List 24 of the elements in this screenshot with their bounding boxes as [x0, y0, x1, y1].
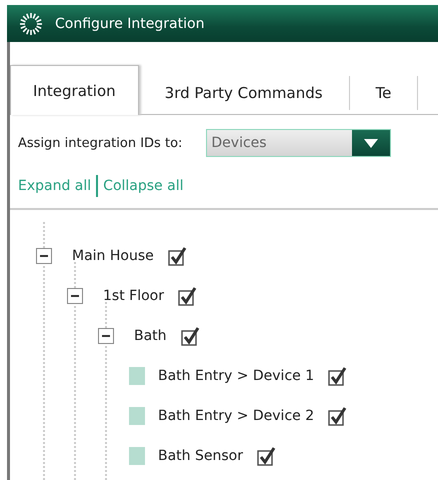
tab[interactable]: 3rd Party Commands	[138, 76, 350, 110]
devices-dropdown[interactable]: Devices	[206, 129, 392, 157]
window-title: Configure Integration	[55, 16, 204, 32]
collapse-toggle-icon[interactable]	[36, 248, 52, 264]
tree-item-label[interactable]: Bath	[134, 328, 167, 344]
tree-item-label[interactable]: Bath Entry > Device 1	[158, 368, 314, 384]
tree-item-label[interactable]: Bath Entry > Device 2	[158, 408, 314, 424]
tab[interactable]: Te	[350, 76, 418, 110]
spinner-logo-icon	[19, 12, 43, 36]
dropdown-arrow-icon	[364, 138, 378, 148]
device-icon	[129, 447, 145, 465]
tree-item-label[interactable]: 1st Floor	[103, 288, 164, 304]
checkbox[interactable]	[178, 286, 197, 306]
device-icon	[129, 407, 145, 425]
checkbox[interactable]	[180, 326, 200, 346]
collapse-toggle-icon[interactable]	[67, 288, 83, 304]
tree-item-label[interactable]: Main House	[72, 248, 154, 264]
checkbox[interactable]	[256, 446, 276, 466]
tab[interactable]: Integration	[10, 65, 139, 115]
device-icon	[129, 367, 145, 385]
field-label: Assign integration IDs to:	[18, 136, 182, 150]
tree-item-label[interactable]: Bath Sensor	[158, 448, 243, 464]
collapse-toggle-icon[interactable]	[98, 328, 114, 344]
checkbox[interactable]	[168, 246, 187, 266]
